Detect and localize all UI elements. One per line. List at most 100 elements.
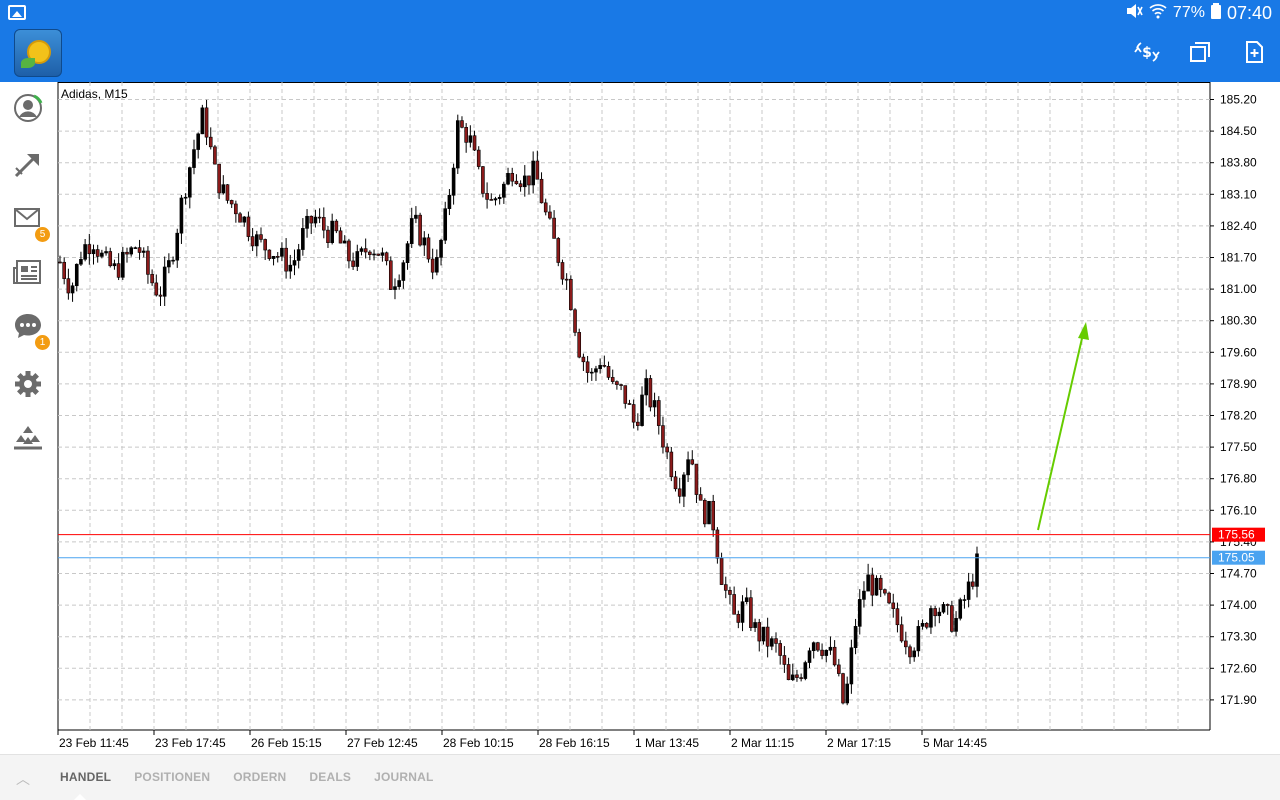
candle-bear (317, 216, 322, 219)
status-bar: 77% 07:40 (0, 0, 1280, 26)
candle-bear (673, 476, 678, 490)
windows-icon[interactable] (1188, 40, 1212, 64)
candle-bull (761, 626, 766, 642)
ask-price-label: 175.05 (1218, 551, 1255, 565)
candle-bull (874, 577, 879, 596)
candle-bear (476, 149, 481, 167)
candle-bull (451, 167, 456, 196)
candle-bear (841, 673, 845, 704)
candle-bull (167, 260, 171, 268)
time-axis-label: 5 Mar 14:45 (923, 736, 987, 750)
sidebar-item-chat[interactable]: 1 (12, 310, 50, 350)
price-axis-label: 174.00 (1220, 598, 1257, 612)
candle-bull (254, 234, 259, 247)
candle-bear (321, 217, 326, 231)
candle-bull (405, 243, 410, 264)
candle-bear (577, 332, 582, 358)
sidebar-item-settings[interactable] (12, 368, 44, 400)
sidebar: 5 1 (0, 82, 56, 754)
svg-text:$: $ (1142, 45, 1152, 61)
candle-bear (552, 217, 556, 239)
candle-bull (929, 608, 933, 628)
price-axis-label: 171.90 (1220, 693, 1257, 707)
candle-bear (535, 160, 540, 180)
tab-journal[interactable]: JOURNAL (374, 770, 433, 784)
candle-bear (146, 250, 150, 275)
candle-bull (359, 248, 364, 252)
candle-bear (204, 107, 209, 138)
candle-bull (112, 263, 117, 267)
candle-bear (518, 183, 523, 188)
candle-bear (472, 135, 477, 151)
candle-bear (581, 356, 586, 363)
candle-bear (665, 446, 669, 453)
candle-bear (481, 166, 485, 194)
candle-bear (832, 646, 837, 666)
price-axis-label: 183.80 (1220, 156, 1257, 170)
new-document-icon[interactable] (1242, 40, 1266, 64)
candle-bear (326, 229, 330, 243)
candle-bull (372, 253, 376, 256)
trend-arrow-line (1037, 333, 1084, 531)
price-chart[interactable]: 185.20 184.50 183.80 183.10 182.40 181.70 181.… (56, 82, 1280, 754)
candle-bear (924, 623, 929, 628)
candle-bear (351, 260, 355, 267)
price-axis-label: 185.20 (1220, 93, 1257, 107)
currency-icon[interactable]: $ (1134, 40, 1160, 64)
candle-bear (259, 234, 263, 240)
price-axis-label: 183.10 (1220, 187, 1257, 201)
candle-bull (409, 218, 414, 244)
candle-bull (271, 256, 276, 259)
candle-bull (121, 251, 125, 278)
candle-bear (765, 626, 770, 647)
candle-bear (820, 649, 824, 656)
candle-bull (807, 650, 812, 663)
trade-icon (14, 154, 39, 178)
candle-bear (569, 279, 573, 311)
candle-bear (95, 249, 100, 257)
candle-bear (564, 278, 569, 281)
candle-bear (62, 261, 66, 279)
sidebar-item-trade[interactable] (12, 148, 44, 180)
candlestick-chart[interactable]: 185.20 184.50 183.80 183.10 182.40 181.70 181.… (56, 82, 1280, 754)
candle-bull (803, 662, 808, 679)
battery-percent: 77% (1172, 4, 1205, 21)
chevron-up-icon[interactable]: ︿ (16, 769, 32, 787)
candle-bear (250, 236, 255, 247)
candle-bull (74, 263, 79, 287)
candle-bull (686, 459, 690, 476)
candle-bull (100, 252, 104, 257)
candle-bear (799, 677, 803, 679)
candle-bear (418, 214, 422, 246)
tab-deals[interactable]: DEALS (309, 770, 351, 784)
candle-bull (196, 133, 200, 150)
candle-bull (753, 622, 757, 628)
tab-ordern[interactable]: ORDERN (233, 770, 286, 784)
candle-bull (397, 280, 401, 287)
candle-bear (573, 309, 577, 333)
tab-positionen[interactable]: POSITIONEN (134, 770, 210, 784)
candle-bull (916, 626, 921, 652)
candle-bull (849, 647, 854, 685)
candle-bear (225, 184, 230, 201)
sidebar-item-community[interactable] (12, 422, 44, 454)
app-logo[interactable] (14, 29, 62, 77)
candle-bear (514, 180, 519, 185)
candle-bear (158, 294, 163, 297)
candle-bear (510, 173, 515, 182)
tab-handel[interactable]: HANDEL (60, 770, 111, 784)
price-axis-label: 176.10 (1220, 503, 1257, 517)
candle-bull (954, 618, 958, 632)
candle-bull (162, 266, 167, 297)
sidebar-item-news[interactable] (12, 256, 44, 288)
candle-bull (401, 262, 406, 281)
sidebar-item-account[interactable] (12, 92, 44, 124)
time-axis-label: 28 Feb 10:15 (443, 736, 514, 750)
candle-bull (439, 239, 443, 258)
candle-bull (129, 247, 133, 255)
mail-badge: 5 (35, 227, 50, 242)
candle-bull (920, 623, 925, 627)
sidebar-item-mail[interactable]: 5 (12, 202, 50, 242)
candle-bull (824, 649, 829, 656)
candle-bear (309, 215, 314, 224)
